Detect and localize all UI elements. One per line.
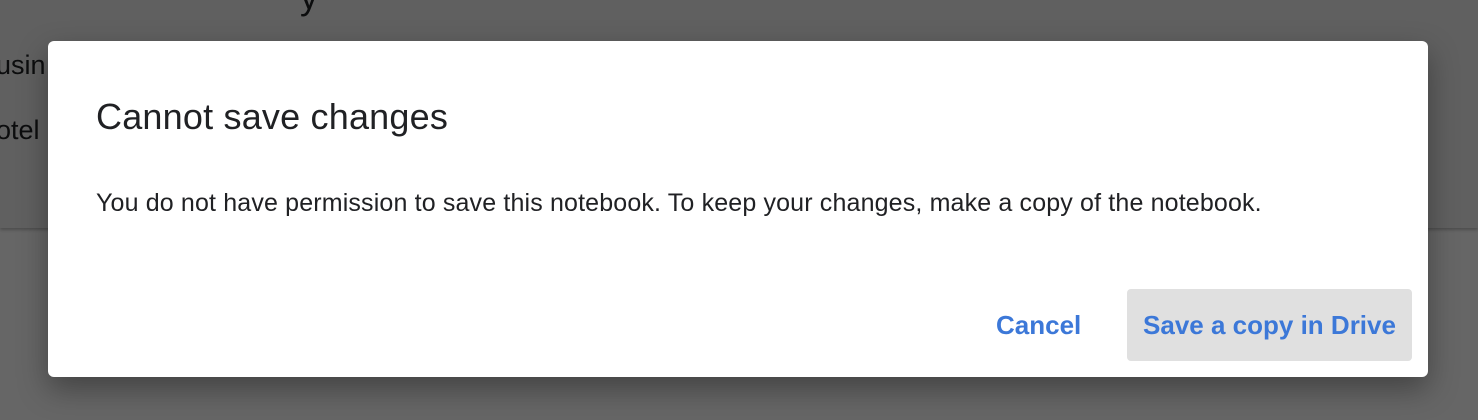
cannot-save-dialog: Cannot save changes You do not have perm… — [48, 41, 1428, 377]
dialog-message: You do not have permission to save this … — [96, 189, 1262, 217]
cancel-button[interactable]: Cancel — [980, 289, 1097, 361]
page: y usin otel Cannot save changes You do n… — [0, 0, 1478, 420]
save-copy-in-drive-button[interactable]: Save a copy in Drive — [1127, 289, 1412, 361]
dialog-title: Cannot save changes — [96, 96, 449, 137]
